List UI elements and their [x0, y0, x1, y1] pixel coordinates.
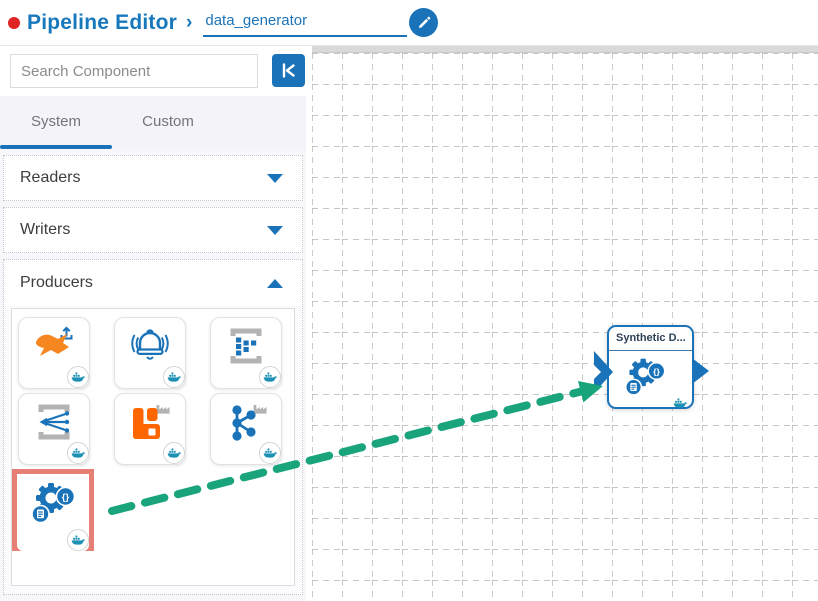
component-sections: Readers Writers Producers	[0, 149, 306, 595]
pipeline-name-field[interactable]: data_generator	[203, 10, 408, 37]
node-input-port[interactable]	[594, 351, 613, 393]
gear-braces-icon	[29, 479, 77, 527]
kafka-icon	[223, 399, 269, 445]
docker-whale-icon	[71, 448, 86, 459]
publish-icon	[31, 323, 77, 369]
docker-whale-icon	[167, 448, 182, 459]
collapse-left-icon	[282, 63, 295, 78]
pipeline-name[interactable]: data_generator	[205, 12, 307, 29]
docker-whale-badge	[163, 442, 185, 464]
docker-whale-icon	[673, 398, 688, 409]
docker-whale-icon	[71, 372, 86, 383]
header: Pipeline Editor › data_generator	[0, 0, 818, 46]
section-producers-label: Producers	[20, 274, 93, 291]
page-title: Pipeline Editor	[27, 10, 178, 34]
search-component-input[interactable]	[10, 54, 258, 88]
docker-whale-icon	[263, 448, 278, 459]
sidebar-tabs: System Custom	[0, 96, 306, 149]
merge-lines-icon	[31, 399, 77, 445]
docker-whale-badge	[259, 366, 281, 388]
section-producers[interactable]: Producers	[4, 260, 302, 306]
pipeline-canvas[interactable]: Synthetic D...	[312, 46, 818, 601]
section-writers[interactable]: Writers	[3, 207, 303, 253]
node-synthetic-data-generator[interactable]: Synthetic D...	[594, 325, 709, 411]
docker-whale-badge	[67, 529, 89, 551]
pipeline-editor-app: Pipeline Editor › data_generator System …	[0, 0, 818, 601]
active-tab-indicator	[0, 145, 112, 149]
component-tile-alert[interactable]	[114, 317, 186, 389]
component-tile-kafka[interactable]	[210, 393, 282, 465]
gear-braces-icon	[623, 355, 667, 399]
docker-whale-icon	[71, 535, 86, 546]
node-body	[609, 355, 692, 411]
search-row	[0, 46, 306, 96]
producer-components-grid	[11, 308, 295, 586]
chevron-down-icon	[267, 173, 283, 183]
docker-whale-badge	[67, 442, 89, 464]
pencil-icon	[418, 16, 431, 28]
component-tile-grid-list[interactable]	[210, 317, 282, 389]
section-readers[interactable]: Readers	[3, 155, 303, 201]
docker-whale-badge	[67, 366, 89, 388]
rabbitmq-icon	[127, 399, 173, 445]
component-tile-rabbitmq[interactable]	[114, 393, 186, 465]
section-producers-panel: Producers	[3, 259, 303, 595]
breadcrumb-chevron-icon: ›	[186, 11, 193, 33]
docker-whale-badge	[259, 442, 281, 464]
section-writers-label: Writers	[20, 221, 71, 238]
alert-bell-icon	[127, 323, 173, 369]
component-sidebar: System Custom Readers Writers Producers	[0, 46, 306, 601]
collapse-sidebar-button[interactable]	[272, 54, 305, 87]
docker-whale-badge	[163, 366, 185, 388]
tab-system[interactable]: System	[0, 96, 112, 149]
docker-whale-icon	[263, 372, 278, 383]
section-readers-label: Readers	[20, 169, 81, 186]
chevron-down-icon	[267, 225, 283, 235]
node-output-port[interactable]	[692, 358, 709, 384]
canvas-scrollbar[interactable]	[312, 46, 818, 53]
component-tile-publish[interactable]	[18, 317, 90, 389]
tab-custom[interactable]: Custom	[112, 96, 224, 149]
node-title: Synthetic D...	[609, 327, 692, 351]
grid-list-icon	[223, 323, 269, 369]
component-tile-merge[interactable]	[18, 393, 90, 465]
component-tile-synthetic-data-generator[interactable]	[17, 479, 89, 551]
status-dot	[8, 16, 20, 29]
canvas-grid	[312, 53, 818, 601]
chevron-up-icon	[267, 278, 283, 288]
selected-component-highlight	[12, 469, 94, 551]
edit-pipeline-name-button[interactable]	[409, 8, 439, 37]
docker-whale-icon	[167, 372, 182, 383]
